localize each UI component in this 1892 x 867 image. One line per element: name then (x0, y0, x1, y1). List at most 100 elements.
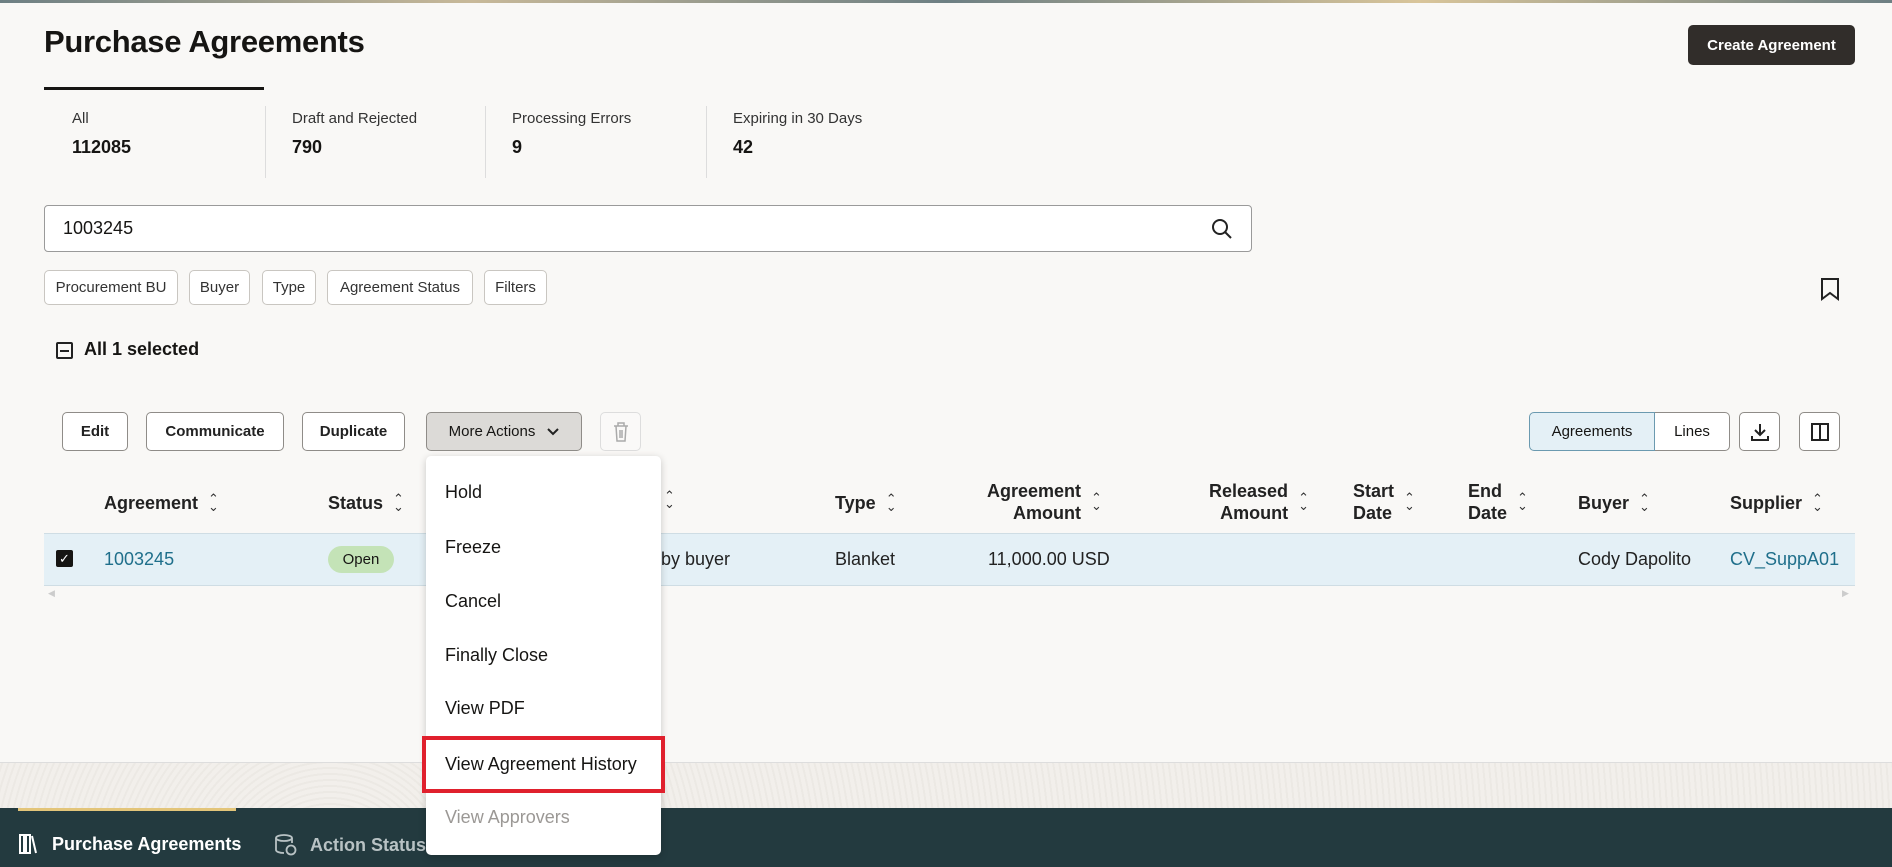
filter-filters[interactable]: Filters (484, 270, 547, 305)
bookmark-icon[interactable] (1820, 277, 1840, 301)
status-badge: Open (328, 546, 394, 573)
sort-icon: ⌃ ⌄ (1517, 490, 1528, 513)
stat-value: 790 (292, 137, 323, 157)
header-agreement[interactable]: Agreement ⌃ ⌄ (104, 492, 219, 514)
header-label: End (1468, 481, 1502, 501)
trash-icon (613, 421, 628, 442)
header-label: Date (1468, 503, 1508, 523)
header-label: Status (328, 493, 384, 513)
stat-expiring[interactable]: Expiring in 30 Days 42 (705, 108, 925, 178)
active-tab-indicator (18, 808, 236, 811)
duplicate-button[interactable]: Duplicate (302, 412, 405, 451)
more-actions-label: More Actions (448, 423, 536, 440)
menu-item-cancel[interactable]: Cancel (426, 574, 661, 628)
stat-label: Expiring in 30 Days (733, 110, 863, 127)
sort-icon: ⌃ ⌄ (885, 491, 897, 514)
menu-item-freeze[interactable]: Freeze (426, 520, 661, 574)
top-decorative-strip (0, 0, 1892, 3)
sort-icon: ⌃ ⌄ (1404, 490, 1415, 513)
toggle-lines[interactable]: Lines (1655, 412, 1730, 451)
page-title: Purchase Agreements (44, 24, 365, 59)
stat-all[interactable]: All 112085 (44, 108, 264, 178)
header-label: Agreement (987, 481, 1082, 501)
menu-item-view-approvers: View Approvers (445, 806, 570, 827)
header-label: Buyer (1578, 493, 1630, 513)
download-button[interactable] (1739, 412, 1780, 451)
menu-item-hold[interactable]: Hold (426, 465, 661, 519)
search-value: 1003245 (63, 218, 134, 238)
stat-value: 42 (733, 137, 754, 157)
cell-buyer: Cody Dapolito (1578, 549, 1692, 569)
header-label: Start (1353, 481, 1395, 501)
header-label: Date (1353, 503, 1393, 523)
header-end-date[interactable]: End Date ⌃ ⌄ (1468, 480, 1528, 524)
decorative-texture (0, 762, 1892, 808)
header-label: Amount (1013, 503, 1082, 523)
filter-type[interactable]: Type (262, 270, 316, 305)
header-label: Supplier (1730, 493, 1803, 513)
header-type[interactable]: Type ⌃ ⌄ (835, 492, 897, 514)
edit-button[interactable]: Edit (62, 412, 128, 451)
header-label: Agreement (104, 493, 199, 513)
supplier-link[interactable]: CV_SuppA01 (1730, 549, 1839, 570)
header-released-amount[interactable]: Released Amount ⌃ ⌄ (1209, 480, 1309, 524)
stat-processing-errors[interactable]: Processing Errors 9 (484, 108, 704, 178)
menu-item-view-pdf[interactable]: View PDF (426, 681, 661, 735)
selection-label: All 1 selected (84, 339, 200, 359)
header-hidden-column[interactable]: ⌃ ⌄ (664, 488, 675, 511)
search-icon[interactable] (1211, 218, 1233, 240)
delete-button[interactable] (600, 412, 641, 451)
cell-type: Blanket (835, 549, 896, 569)
stat-label: All (72, 110, 89, 127)
menu-item-view-agreement-history[interactable]: View Agreement History (422, 736, 665, 793)
columns-button[interactable] (1799, 412, 1840, 451)
scroll-right-arrow[interactable]: ▶ (1842, 588, 1849, 599)
title-underline (44, 87, 264, 90)
sort-icon: ⌃ ⌄ (1091, 490, 1102, 513)
cell-hidden-column: r by buyer (650, 549, 731, 569)
menu-item-finally-close[interactable]: Finally Close (426, 628, 661, 682)
row-checkbox[interactable]: ✓ (56, 550, 73, 567)
communicate-button[interactable]: Communicate (146, 412, 284, 451)
filter-procurement-bu[interactable]: Procurement BU (44, 270, 178, 305)
database-refresh-icon (275, 834, 297, 856)
sort-icon: ⌃ ⌄ (1298, 490, 1309, 513)
sort-icon: ⌃ ⌄ (1812, 491, 1823, 514)
library-icon (19, 834, 37, 854)
more-actions-menu: Hold Freeze Cancel Finally Close View PD… (422, 456, 665, 855)
header-buyer[interactable]: Buyer ⌃ ⌄ (1578, 492, 1650, 514)
tab-purchase-agreements[interactable]: Purchase Agreements (18, 833, 241, 855)
chevron-down-icon (547, 427, 560, 435)
sort-icon: ⌃ ⌄ (208, 491, 219, 514)
download-icon (1750, 423, 1769, 441)
header-agreement-amount[interactable]: Agreement Amount ⌃ ⌄ (987, 480, 1102, 524)
cell-agreement-amount: 11,000.00 USD (988, 549, 1110, 569)
header-status[interactable]: Status ⌃ ⌄ (328, 492, 404, 514)
select-all-checkbox[interactable] (56, 342, 73, 359)
stat-value: 9 (512, 137, 523, 157)
header-label: Released (1209, 481, 1289, 501)
columns-icon (1810, 422, 1829, 441)
header-label: Amount (1220, 503, 1289, 523)
toggle-agreements[interactable]: Agreements (1529, 412, 1655, 451)
more-actions-button[interactable]: More Actions (426, 412, 582, 451)
sort-icon: ⌃ ⌄ (1639, 491, 1650, 514)
tab-label: Purchase Agreements (52, 833, 242, 854)
header-supplier[interactable]: Supplier ⌃ ⌄ (1730, 492, 1823, 514)
header-label: Type (835, 493, 876, 513)
agreement-link[interactable]: 1003245 (104, 549, 174, 570)
header-start-date[interactable]: Start Date ⌃ ⌄ (1353, 480, 1415, 524)
scroll-left-arrow[interactable]: ◀ (48, 588, 55, 599)
create-agreement-button[interactable]: Create Agreement (1688, 25, 1855, 65)
sort-icon: ⌃ ⌄ (393, 491, 404, 514)
stat-value: 112085 (72, 137, 132, 157)
search-input[interactable]: 1003245 (44, 205, 1252, 252)
sort-icon: ⌃ ⌄ (664, 488, 675, 511)
tab-label: Action Status (310, 834, 427, 855)
stat-draft-rejected[interactable]: Draft and Rejected 790 (264, 108, 484, 178)
stat-label: Processing Errors (512, 110, 632, 127)
filter-buyer[interactable]: Buyer (189, 270, 250, 305)
filter-agreement-status[interactable]: Agreement Status (327, 270, 473, 305)
stat-label: Draft and Rejected (292, 110, 418, 127)
tab-action-status[interactable]: Action Status (274, 833, 426, 857)
